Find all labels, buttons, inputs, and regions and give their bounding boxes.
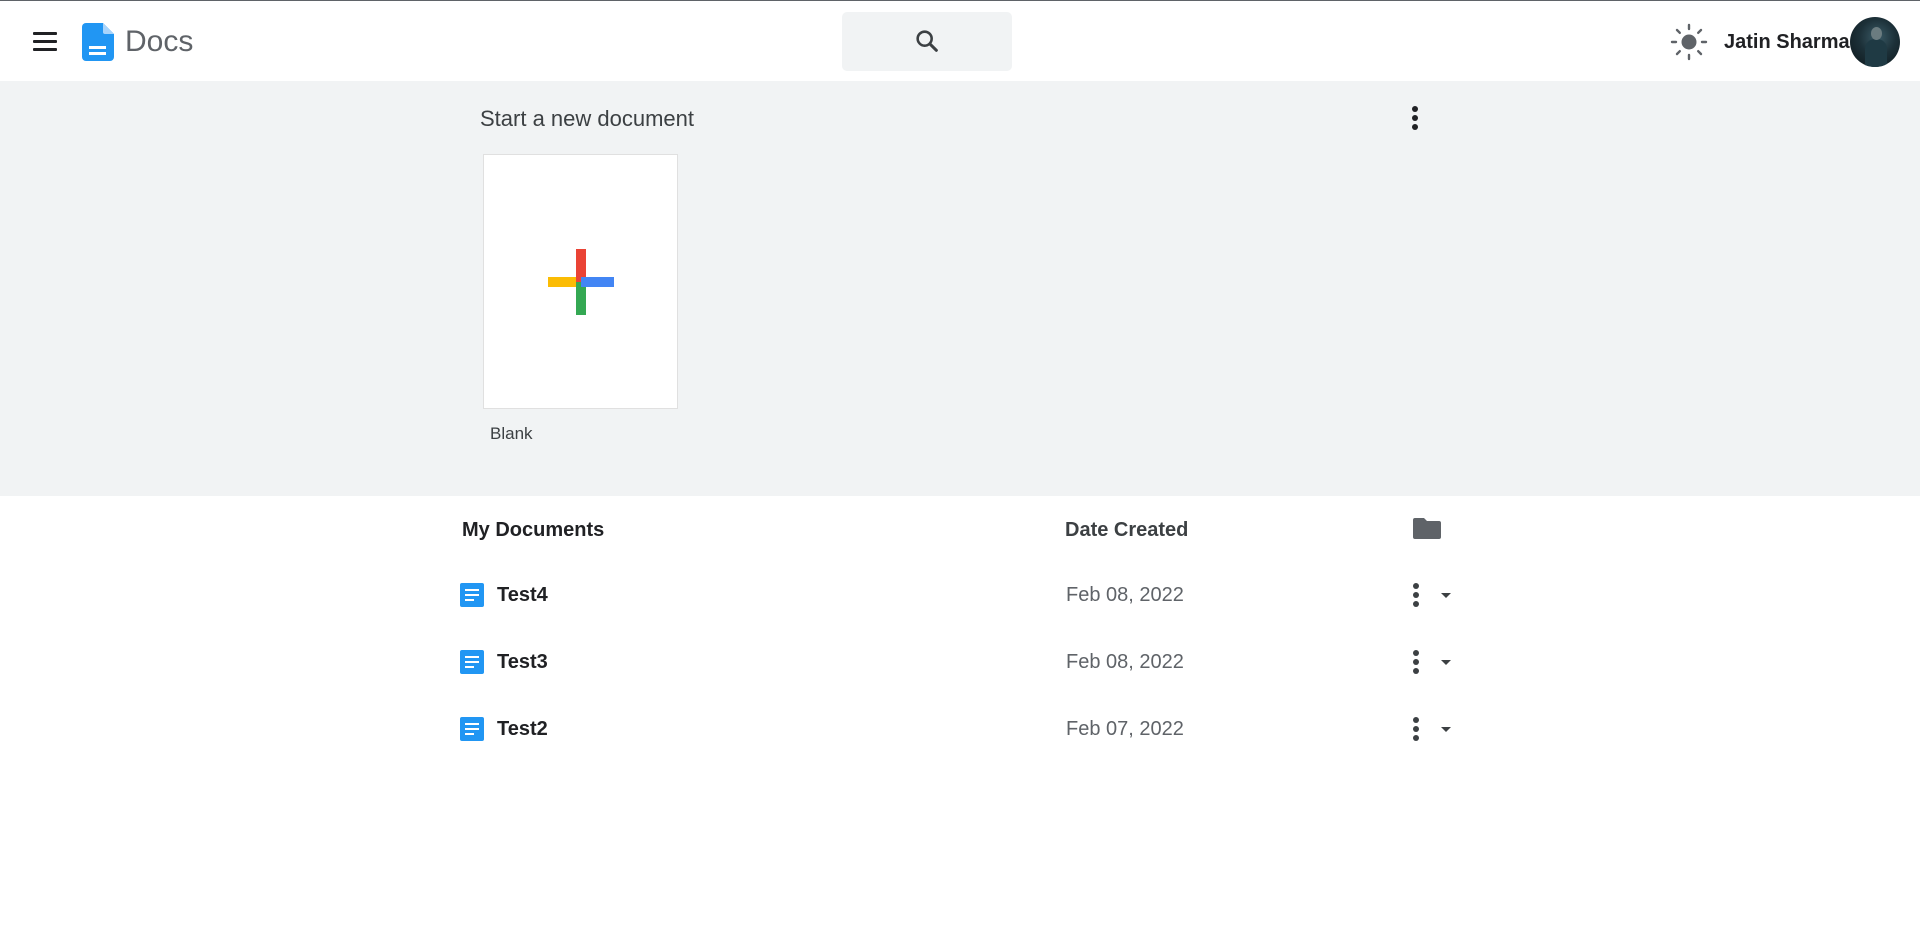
docs-logo-icon[interactable] [82, 23, 114, 61]
document-row[interactable]: Test2 Feb 07, 2022 [455, 699, 1465, 759]
blank-template-card[interactable] [483, 154, 678, 409]
document-icon [460, 717, 484, 741]
more-vert-icon [1412, 106, 1418, 130]
caret-down-icon[interactable] [1438, 587, 1454, 603]
caret-down-icon[interactable] [1438, 721, 1454, 737]
more-vert-icon [1413, 717, 1419, 741]
search-button[interactable] [842, 12, 1012, 71]
date-created-heading: Date Created [1065, 519, 1189, 541]
document-row[interactable]: Test3 Feb 08, 2022 [455, 632, 1465, 692]
document-date: Feb 08, 2022 [1066, 651, 1184, 673]
document-icon [460, 650, 484, 674]
my-documents-heading: My Documents [462, 519, 605, 541]
document-name[interactable]: Test4 [497, 582, 548, 608]
more-vert-icon [1413, 583, 1419, 607]
document-more-button[interactable] [1406, 579, 1426, 611]
sun-icon[interactable] [1670, 23, 1708, 61]
hamburger-menu-icon[interactable] [28, 29, 62, 55]
user-avatar[interactable] [1850, 17, 1900, 67]
app-title[interactable]: Docs [125, 23, 193, 61]
document-name[interactable]: Test3 [497, 649, 548, 675]
more-vert-icon [1413, 650, 1419, 674]
start-new-document-section: Start a new document Blank [0, 81, 1920, 496]
document-date: Feb 08, 2022 [1066, 584, 1184, 606]
plus-icon [548, 249, 614, 315]
document-name[interactable]: Test2 [497, 716, 548, 742]
template-more-button[interactable] [1400, 101, 1430, 135]
document-row[interactable]: Test4 Feb 08, 2022 [455, 565, 1465, 625]
app-header: Docs Jatin Sharma [0, 0, 1920, 81]
search-icon [916, 30, 938, 52]
document-icon [460, 583, 484, 607]
start-section-title: Start a new document [480, 106, 695, 131]
document-date: Feb 07, 2022 [1066, 718, 1184, 740]
blank-template-label: Blank [490, 424, 533, 443]
user-name: Jatin Sharma [1724, 31, 1850, 53]
folder-icon[interactable] [1413, 516, 1441, 540]
caret-down-icon[interactable] [1438, 654, 1454, 670]
document-more-button[interactable] [1406, 713, 1426, 745]
document-more-button[interactable] [1406, 646, 1426, 678]
